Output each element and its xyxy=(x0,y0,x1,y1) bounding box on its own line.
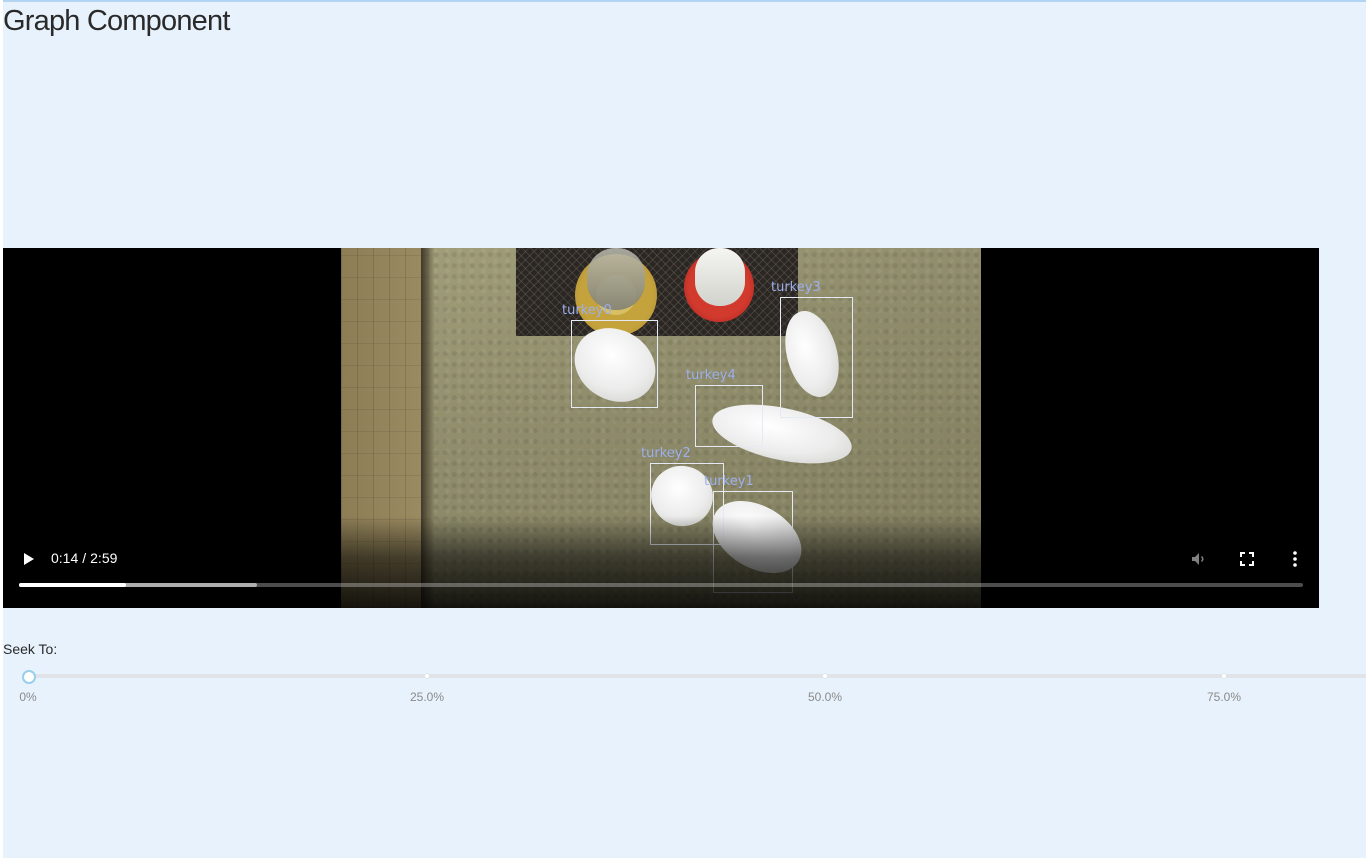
fullscreen-icon xyxy=(1240,552,1254,566)
seek-slider-rail[interactable] xyxy=(28,674,1366,678)
play-icon xyxy=(24,553,34,565)
seek-mark[interactable]: 75.0% xyxy=(1207,690,1241,704)
video-feeder-top xyxy=(587,248,645,310)
detection-label: turkey2 xyxy=(641,446,691,461)
duration: 2:59 xyxy=(90,550,118,566)
detection-box: turkey3 xyxy=(771,280,853,418)
detection-label: turkey3 xyxy=(771,280,821,295)
more-options-icon xyxy=(1293,551,1297,567)
page-title: Graph Component xyxy=(3,5,230,37)
play-button[interactable] xyxy=(19,548,39,570)
seek-label: Seek To: xyxy=(3,641,58,657)
seek-slider-handle[interactable] xyxy=(22,670,36,684)
mute-icon xyxy=(1192,553,1204,565)
progress-bar[interactable] xyxy=(19,583,1303,587)
controls-gradient xyxy=(3,516,1319,608)
current-time: 0:14 xyxy=(51,550,79,566)
detection-label: turkey1 xyxy=(704,474,754,489)
seek-mark[interactable]: 25.0% xyxy=(410,690,444,704)
video-player[interactable]: turkey0 turkey3 turkey4 turkey2 turkey1 … xyxy=(3,248,1319,608)
video-waterer-top xyxy=(695,248,745,306)
top-border xyxy=(0,0,1366,2)
more-options-button[interactable] xyxy=(1285,549,1305,569)
seek-mark[interactable]: 50.0% xyxy=(808,690,842,704)
mute-button[interactable] xyxy=(1189,549,1209,569)
detection-box: turkey0 xyxy=(562,303,658,408)
time-readout: 0:14/2:59 xyxy=(51,550,118,566)
seek-mark[interactable]: 0% xyxy=(19,690,36,704)
seek-slider-dot[interactable] xyxy=(424,673,430,679)
seek-slider-dot[interactable] xyxy=(1221,673,1227,679)
detection-label: turkey0 xyxy=(562,303,612,318)
detection-box: turkey4 xyxy=(686,368,763,447)
seek-slider-dot[interactable] xyxy=(822,673,828,679)
detection-label: turkey4 xyxy=(686,368,736,383)
progress-played xyxy=(19,583,126,587)
fullscreen-button[interactable] xyxy=(1237,549,1257,569)
